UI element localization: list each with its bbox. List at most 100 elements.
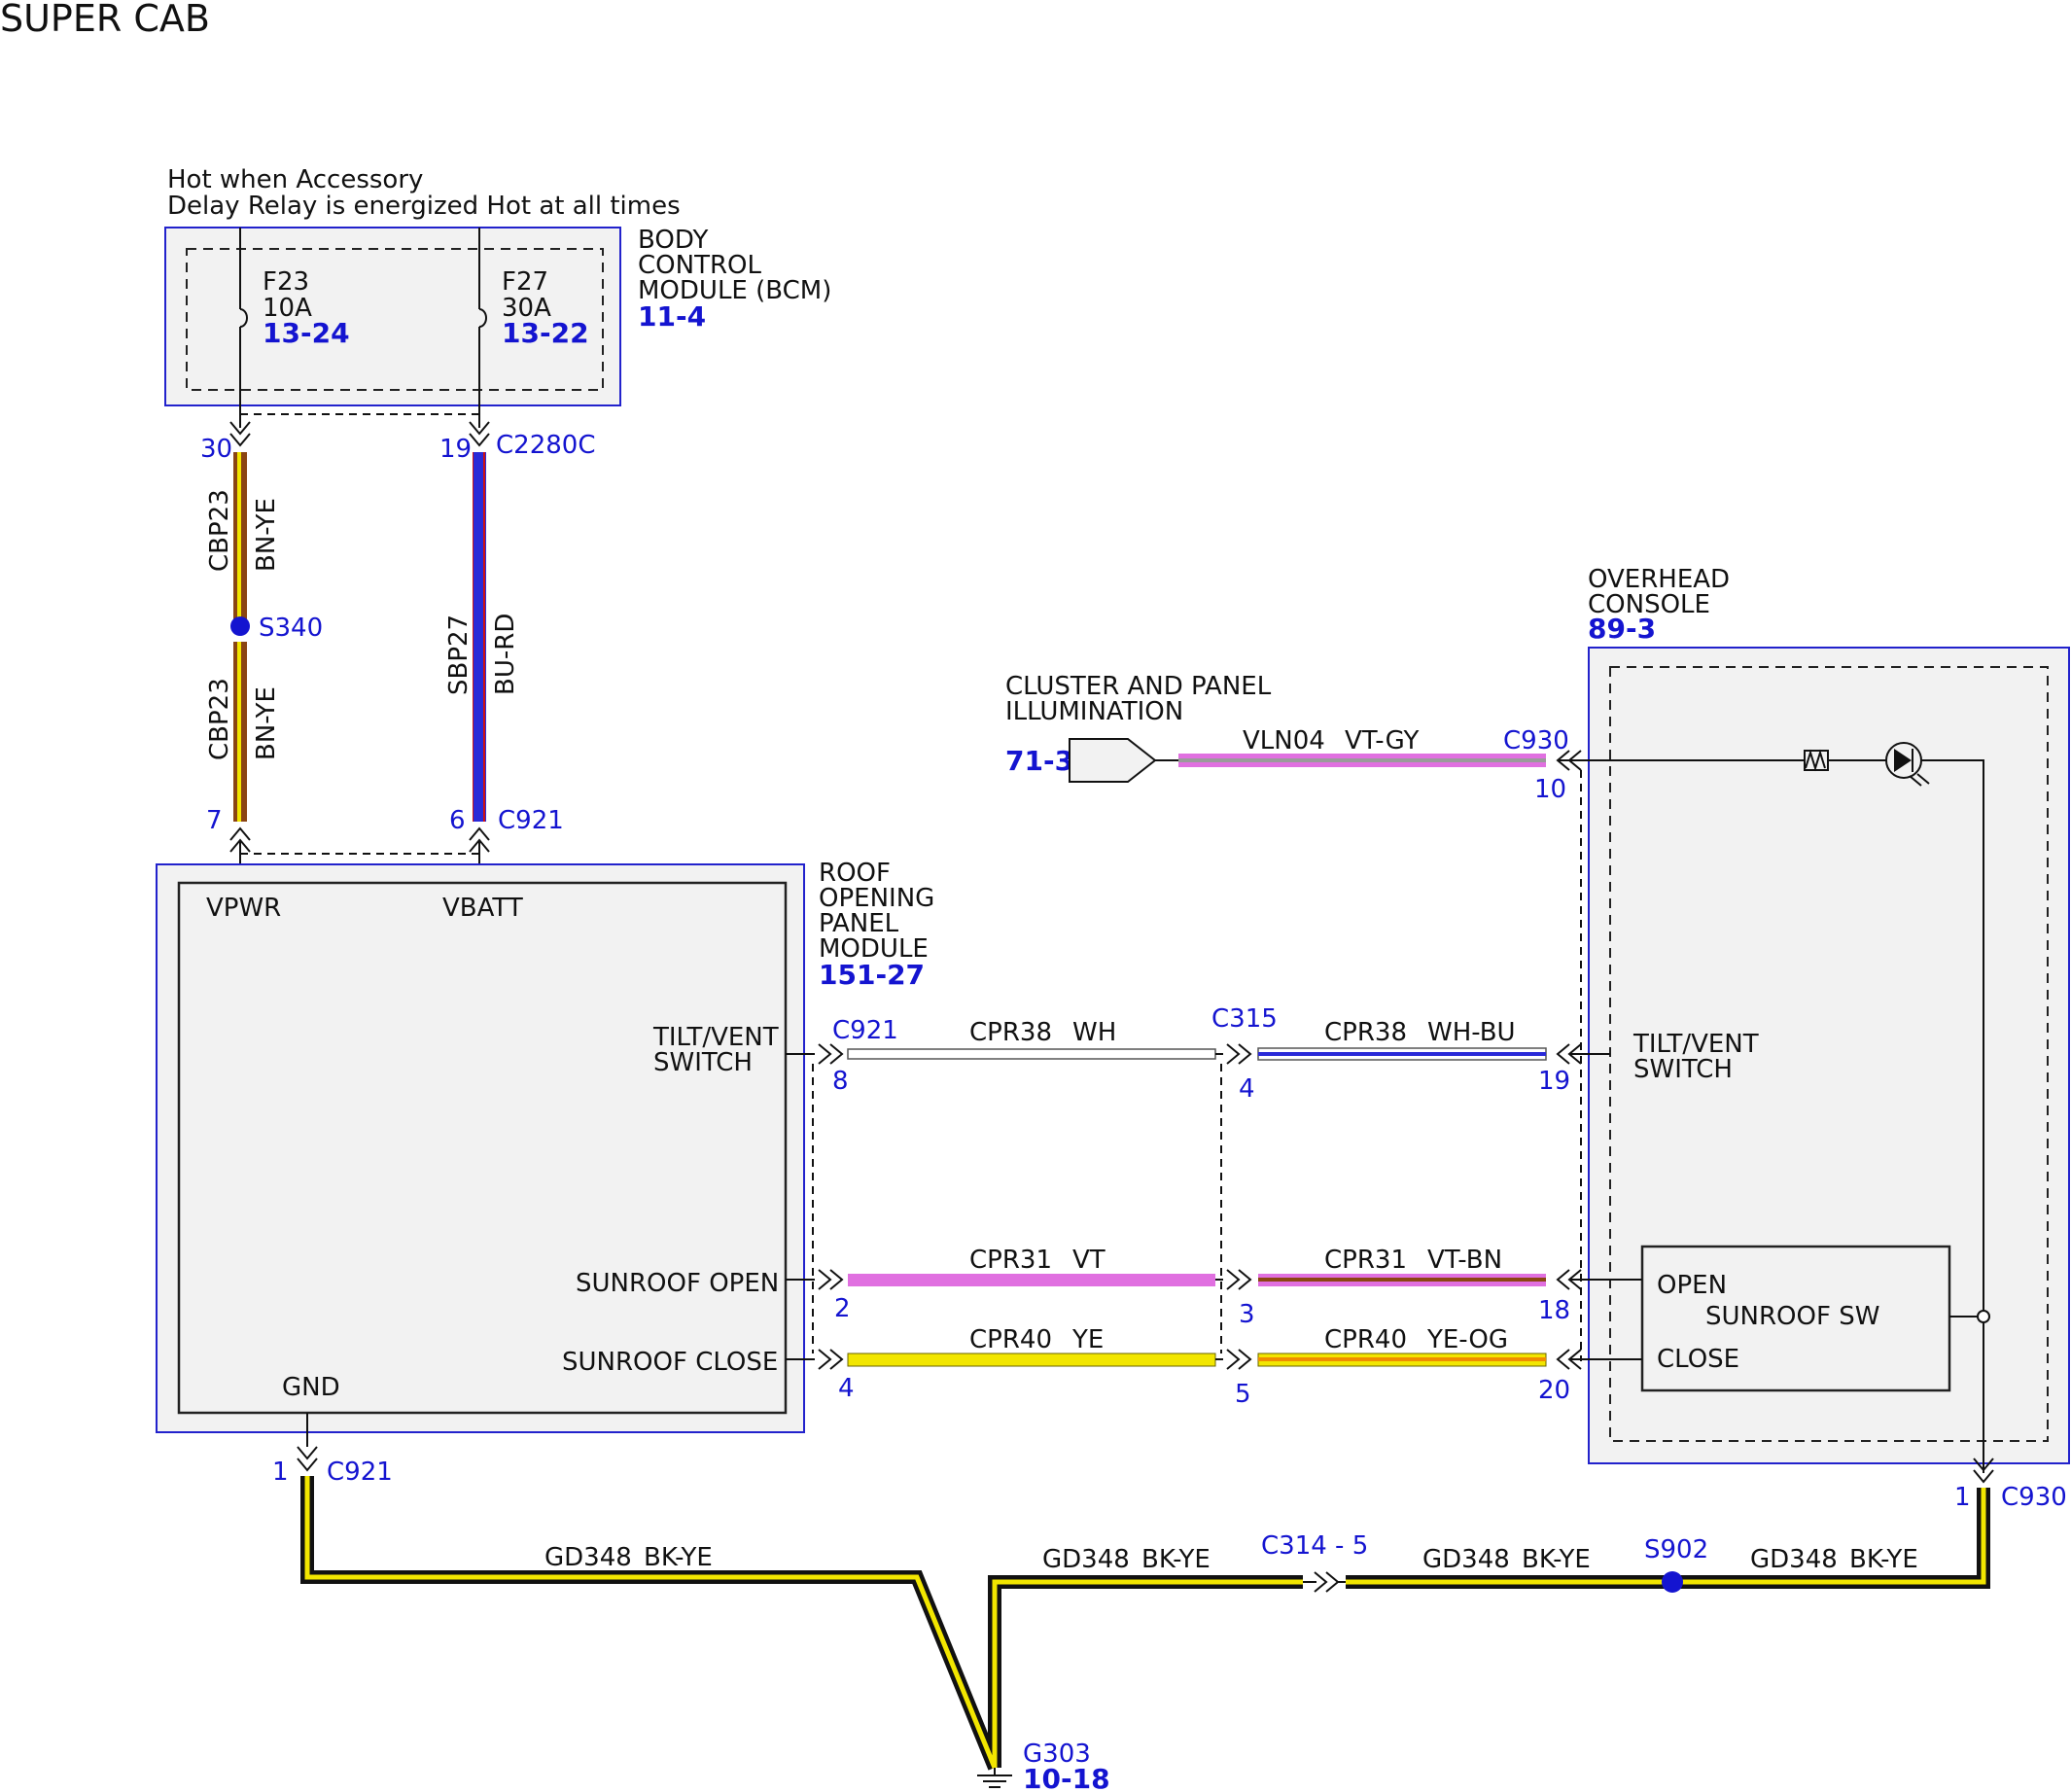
wire-cbp23-lower-circuit: CBP23 <box>205 678 234 760</box>
connector-c921-pin4-icon <box>818 1349 844 1370</box>
sunroof-switch-junction <box>1977 1310 1990 1323</box>
overhead-tilt-label-line2: SWITCH <box>1633 1055 1733 1084</box>
wire-cpr40-b-pin: 5 <box>1235 1380 1251 1409</box>
wire-gd348-1-circuit: GD348 <box>544 1543 632 1572</box>
wiring-diagram: SUPER CAB Hot when Accessory Delay Relay… <box>0 0 2070 1792</box>
wire-gd348-3-circuit: GD348 <box>1422 1545 1510 1574</box>
wire-cpr31-a-circuit: CPR31 <box>969 1246 1052 1275</box>
oc-connector-pin: 1 <box>1954 1483 1971 1512</box>
wire-vln04-pin: 10 <box>1534 775 1566 804</box>
ropm-vbatt-label: VBATT <box>442 894 523 923</box>
wire-cpr31-vt-bn-stripe <box>1258 1278 1546 1282</box>
wire-gd348-2-color: BK-YE <box>1141 1545 1211 1574</box>
wire-cpr31-vt <box>848 1274 1215 1286</box>
ropm-ref: 151-27 <box>819 959 925 991</box>
cluster-ref: 71-3 <box>1005 745 1073 777</box>
wire-cpr38-b-connector: C315 <box>1211 1004 1278 1034</box>
wire-cpr38-a-circuit: CPR38 <box>969 1018 1052 1047</box>
ropm-open-label: SUNROOF OPEN <box>576 1269 779 1298</box>
fuse-f23-ref: 13-24 <box>263 317 350 349</box>
wire-cpr31-b-pin-end: 18 <box>1538 1296 1570 1325</box>
wire-cpr38-b-color: WH-BU <box>1427 1018 1516 1047</box>
wire-sbp27-connector-top: C2280C <box>496 431 595 460</box>
wire-gd348-4-circuit: GD348 <box>1750 1545 1838 1574</box>
wire-sbp27-circuit: SBP27 <box>444 615 474 695</box>
wire-cpr40-ye <box>847 1353 1216 1367</box>
wire-gd348-3-color: BK-YE <box>1522 1545 1591 1574</box>
wire-cbp23-lower-color: BN-YE <box>252 686 281 760</box>
wire-cpr40-b-color: YE-OG <box>1426 1325 1508 1354</box>
ropm-gnd-label: GND <box>282 1373 340 1402</box>
power-note-line1: Hot when Accessory <box>167 165 423 194</box>
splice-s340-label: S340 <box>259 614 323 643</box>
connector-c921-pin8-icon <box>818 1043 844 1065</box>
wire-cbp23-lower <box>233 642 247 822</box>
wire-cbp23-upper-circuit: CBP23 <box>205 489 234 572</box>
wire-cpr38-a-pin: 8 <box>832 1067 849 1096</box>
wire-gd348-left-outer <box>300 1476 1303 1771</box>
ropm-inner-box <box>177 881 788 1415</box>
wire-cbp23-pin-bottom: 7 <box>206 806 223 835</box>
wire-cpr38-wh-bu-stripe <box>1258 1052 1546 1056</box>
wire-sbp27-color: BU-RD <box>491 614 520 695</box>
wire-cpr31-b-pin: 3 <box>1239 1300 1255 1329</box>
wire-cpr31-a-pin: 2 <box>834 1294 851 1323</box>
wire-cpr40-a-circuit: CPR40 <box>969 1325 1052 1354</box>
wire-gd348-left-stripe <box>304 1476 1303 1769</box>
wire-cpr40-a-color: YE <box>1071 1325 1104 1354</box>
power-note-line2: Delay Relay is energized Hot at all time… <box>167 192 681 221</box>
wire-cpr31-a-color: VT <box>1072 1246 1106 1275</box>
wire-cbp23-pin-top: 30 <box>200 435 232 464</box>
fuse-f27-name: F27 <box>502 267 548 297</box>
wire-vln04-stripe <box>1178 758 1546 762</box>
cluster-name-line2: ILLUMINATION <box>1005 697 1183 726</box>
connector-c921-pin1-icon <box>297 1446 318 1472</box>
ropm-close-label: SUNROOF CLOSE <box>562 1348 778 1377</box>
wire-cpr40-b-pin-end: 20 <box>1538 1376 1570 1405</box>
wire-cbp23-upper <box>233 452 247 622</box>
wire-cpr38-wh <box>847 1048 1216 1060</box>
wire-sbp27-pin-bottom: 6 <box>449 806 466 835</box>
wire-vln04-connector: C930 <box>1503 726 1569 755</box>
wire-vln04-circuit: VLN04 <box>1243 726 1325 755</box>
wire-cpr38-b-circuit: CPR38 <box>1324 1018 1407 1047</box>
wire-sbp27-pin-top: 19 <box>439 435 472 464</box>
wire-cpr40-b-circuit: CPR40 <box>1324 1325 1407 1354</box>
wire-cpr40-a-pin: 4 <box>838 1374 855 1403</box>
wire-vln04-color: VT-GY <box>1345 726 1419 755</box>
splice-s902-label: S902 <box>1644 1535 1708 1564</box>
wire-gd348-1-color: BK-YE <box>644 1543 713 1572</box>
bcm-ref: 11-4 <box>638 300 706 333</box>
sunroof-switch-open: OPEN <box>1657 1271 1727 1300</box>
wire-cpr31-b-color: VT-BN <box>1427 1246 1502 1275</box>
wire-cbp23-upper-color: BN-YE <box>252 498 281 572</box>
oc-connector-name: C930 <box>2001 1483 2067 1512</box>
wire-sbp27 <box>473 452 486 822</box>
wire-sbp27-connector-bottom: C921 <box>498 806 564 835</box>
wire-cpr38-b-pin-end: 19 <box>1538 1067 1570 1096</box>
wire-cpr40-ye-og-stripe <box>1258 1357 1546 1361</box>
wire-gd348-2-circuit: GD348 <box>1042 1545 1130 1574</box>
wire-cpr38-b-pin: 4 <box>1239 1074 1255 1104</box>
connector-c921-pin2-icon <box>818 1269 844 1290</box>
sunroof-switch-name: SUNROOF SW <box>1705 1302 1879 1331</box>
ropm-tilt-label-line2: SWITCH <box>653 1048 753 1077</box>
gnd-connector-name: C921 <box>327 1458 393 1487</box>
wire-gd348-4-color: BK-YE <box>1849 1545 1918 1574</box>
splice-s902-dot <box>1662 1571 1683 1593</box>
connector-c314-label: C314 - 5 <box>1261 1531 1368 1561</box>
sunroof-switch-close: CLOSE <box>1657 1345 1739 1374</box>
diagram-title: SUPER CAB <box>0 0 210 40</box>
wire-cpr31-b-circuit: CPR31 <box>1324 1246 1407 1275</box>
ground-g303-ref: 10-18 <box>1023 1763 1110 1792</box>
fuse-f23-name: F23 <box>263 267 309 297</box>
splice-s340-dot <box>230 616 250 636</box>
cluster-connector-shape <box>1069 738 1157 783</box>
wire-cpr38-a-color: WH <box>1072 1018 1116 1047</box>
fuse-f27-ref: 13-22 <box>502 317 589 349</box>
ropm-vpwr-label: VPWR <box>206 894 281 923</box>
wire-cpr38-a-connector: C921 <box>832 1016 898 1045</box>
gnd-connector-pin: 1 <box>272 1458 289 1487</box>
overhead-ref: 89-3 <box>1588 613 1656 645</box>
connector-c315-pin4-icon <box>1215 1043 1252 1065</box>
